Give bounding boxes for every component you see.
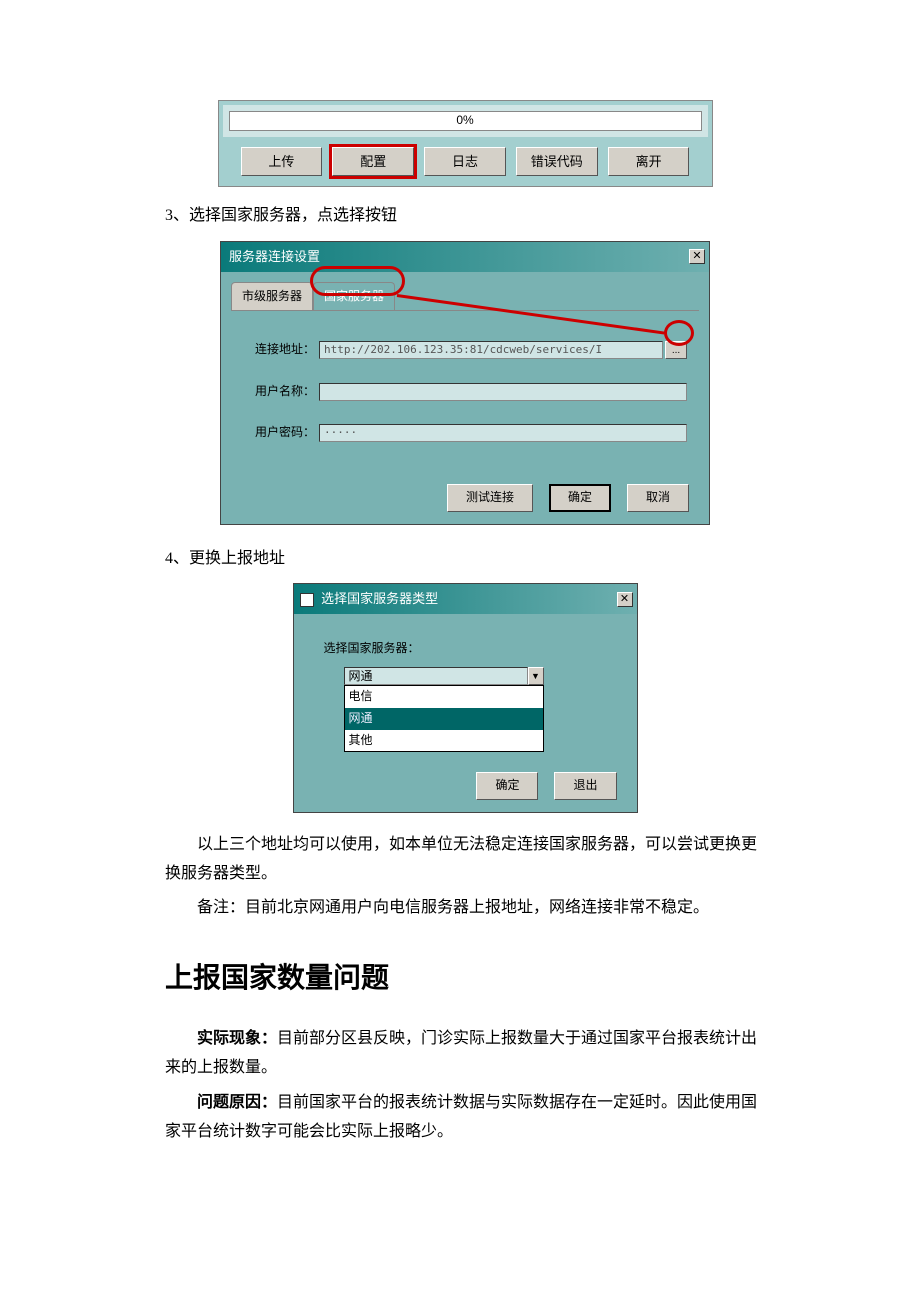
errorcode-button[interactable]: 错误代码 bbox=[516, 147, 598, 176]
server-settings-dialog: 服务器连接设置 ✕ 市级服务器 国家服务器 连接地址： http://202.1… bbox=[220, 241, 710, 524]
test-connection-button[interactable]: 测试连接 bbox=[447, 484, 533, 512]
server-type-dialog: 选择国家服务器类型 ✕ 选择国家服务器： 网通 ▼ 电信 网通 其他 确定 退出 bbox=[293, 583, 638, 812]
option-telecom[interactable]: 电信 bbox=[345, 686, 543, 708]
cancel-button[interactable]: 取消 bbox=[627, 484, 689, 512]
close-icon[interactable]: ✕ bbox=[617, 592, 633, 607]
address-row: 连接地址： http://202.106.123.35:81/cdcweb/se… bbox=[243, 339, 687, 361]
tab-city-server[interactable]: 市级服务器 bbox=[231, 282, 313, 311]
server-options-list: 电信 网通 其他 bbox=[344, 685, 544, 752]
config-button[interactable]: 配置 bbox=[332, 147, 414, 176]
try-other-server-paragraph: 以上三个地址均可以使用，如本单位无法稳定连接国家服务器，可以尝试更换更换服务器类… bbox=[165, 831, 765, 889]
option-netcom[interactable]: 网通 bbox=[345, 708, 543, 730]
server-select-value: 网通 bbox=[344, 667, 528, 685]
dialog-button-row: 测试连接 确定 取消 bbox=[221, 474, 709, 524]
tab-body: 连接地址： http://202.106.123.35:81/cdcweb/se… bbox=[231, 310, 699, 474]
server-select-wrap: 网通 ▼ 电信 网通 其他 bbox=[344, 667, 544, 752]
leave-button[interactable]: 离开 bbox=[608, 147, 690, 176]
dialog2-button-row: 确定 退出 bbox=[294, 762, 637, 812]
username-input[interactable] bbox=[319, 383, 687, 401]
toolbar-screenshot: 0% 上传 配置 日志 错误代码 离开 bbox=[218, 100, 713, 187]
dialog2-title-wrap: 选择国家服务器类型 bbox=[300, 587, 439, 610]
dialog-titlebar: 服务器连接设置 ✕ bbox=[221, 242, 709, 271]
username-row: 用户名称： bbox=[243, 381, 687, 403]
toolbar-button-row: 上传 配置 日志 错误代码 离开 bbox=[223, 141, 708, 182]
app-icon bbox=[300, 593, 314, 607]
ok-button[interactable]: 确定 bbox=[476, 772, 538, 800]
progress-bar: 0% bbox=[229, 111, 702, 131]
password-label: 用户密码： bbox=[243, 422, 315, 444]
dialog2-titlebar: 选择国家服务器类型 ✕ bbox=[294, 584, 637, 613]
server-select-label: 选择国家服务器： bbox=[324, 638, 607, 660]
upload-button[interactable]: 上传 bbox=[241, 147, 323, 176]
close-icon[interactable]: ✕ bbox=[689, 249, 705, 264]
exit-button[interactable]: 退出 bbox=[554, 772, 616, 800]
progress-panel: 0% bbox=[223, 105, 708, 137]
address-browse-button[interactable]: ... bbox=[665, 341, 687, 359]
option-other[interactable]: 其他 bbox=[345, 730, 543, 752]
chevron-down-icon[interactable]: ▼ bbox=[528, 667, 544, 685]
address-label: 连接地址： bbox=[243, 339, 315, 361]
step-4-text: 4、更换上报地址 bbox=[165, 545, 765, 574]
dialog2-body: 选择国家服务器： 网通 ▼ 电信 网通 其他 bbox=[294, 614, 637, 762]
log-button[interactable]: 日志 bbox=[424, 147, 506, 176]
tabs-row: 市级服务器 国家服务器 bbox=[221, 272, 709, 311]
password-row: 用户密码： ····· bbox=[243, 422, 687, 444]
ok-button[interactable]: 确定 bbox=[549, 484, 611, 512]
phenomenon-paragraph: 实际现象：目前部分区县反映，门诊实际上报数量大于通过国家平台报表统计出来的上报数… bbox=[165, 1025, 765, 1083]
cause-paragraph: 问题原因：目前国家平台的报表统计数据与实际数据存在一定延时。因此使用国家平台统计… bbox=[165, 1089, 765, 1147]
address-input[interactable]: http://202.106.123.35:81/cdcweb/services… bbox=[319, 341, 663, 359]
step-3-text: 3、选择国家服务器，点选择按钮 bbox=[165, 202, 765, 231]
dialog-title: 服务器连接设置 bbox=[229, 245, 320, 268]
dialog2-title: 选择国家服务器类型 bbox=[321, 591, 438, 606]
password-input[interactable]: ····· bbox=[319, 424, 687, 442]
username-label: 用户名称： bbox=[243, 381, 315, 403]
server-select[interactable]: 网通 ▼ bbox=[344, 667, 544, 685]
section-heading: 上报国家数量问题 bbox=[165, 953, 765, 1003]
progress-value: 0% bbox=[456, 110, 473, 132]
cause-label: 问题原因： bbox=[197, 1094, 277, 1111]
tab-national-server[interactable]: 国家服务器 bbox=[313, 282, 395, 311]
note-paragraph: 备注：目前北京网通用户向电信服务器上报地址，网络连接非常不稳定。 bbox=[165, 894, 765, 923]
phenomenon-label: 实际现象： bbox=[197, 1030, 277, 1047]
